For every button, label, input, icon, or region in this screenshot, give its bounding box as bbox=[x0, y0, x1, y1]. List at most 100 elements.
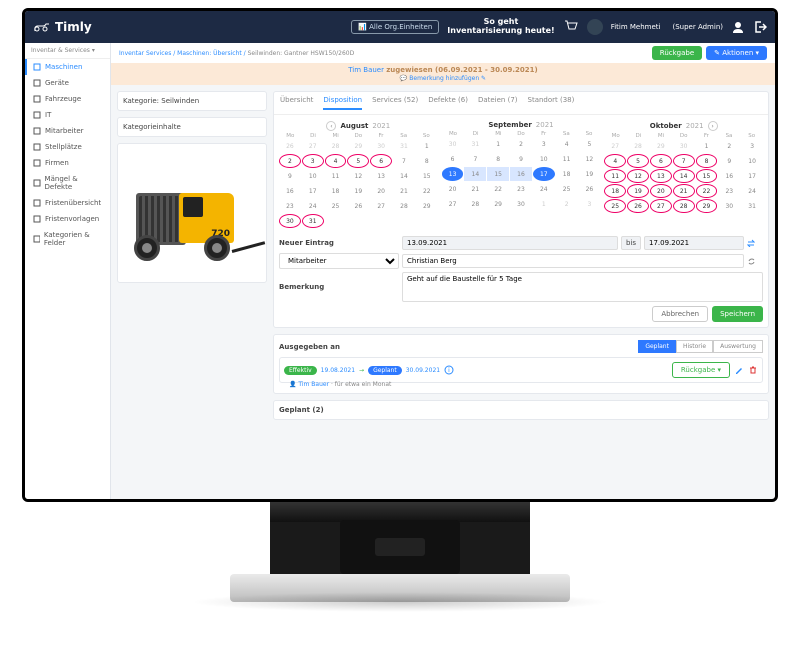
calendar-day[interactable]: 25 bbox=[604, 199, 626, 213]
calendar-day[interactable]: 18 bbox=[556, 167, 578, 181]
assigned-tab[interactable]: Geplant bbox=[638, 340, 676, 353]
calendar-day[interactable]: 30 bbox=[718, 199, 740, 213]
calendar-day[interactable]: 14 bbox=[673, 169, 695, 183]
breadcrumb[interactable]: Inventar Services / Maschinen: Übersicht… bbox=[119, 50, 354, 57]
calendar-day[interactable]: 23 bbox=[510, 182, 532, 196]
calendar-day[interactable]: 28 bbox=[393, 199, 415, 213]
return-button[interactable]: Rückgabe bbox=[652, 46, 702, 60]
calendar-day[interactable]: 30 bbox=[442, 137, 464, 151]
calendar-day[interactable]: 17 bbox=[302, 184, 324, 198]
next-month[interactable]: › bbox=[708, 121, 718, 131]
avatar[interactable] bbox=[587, 19, 603, 35]
calendar-day[interactable]: 14 bbox=[464, 167, 486, 181]
calendar-day[interactable]: 29 bbox=[696, 199, 718, 213]
calendar-day[interactable]: 25 bbox=[325, 199, 347, 213]
calendar-day[interactable]: 26 bbox=[627, 199, 649, 213]
calendar-day[interactable]: 3 bbox=[533, 137, 555, 151]
sidebar-item-ger-te[interactable]: Geräte bbox=[25, 75, 110, 91]
calendar-day[interactable]: 6 bbox=[442, 152, 464, 166]
calendar-day[interactable]: 27 bbox=[302, 139, 324, 153]
calendar-day[interactable]: 12 bbox=[627, 169, 649, 183]
calendar-day[interactable]: 9 bbox=[279, 169, 301, 183]
calendar-day[interactable]: 24 bbox=[302, 199, 324, 213]
remark-textarea[interactable]: Geht auf die Baustelle für 5 Tage bbox=[402, 272, 763, 302]
sidebar-item-kategorien-felder[interactable]: Kategorien & Felder bbox=[25, 227, 110, 251]
calendar-day[interactable]: 29 bbox=[650, 139, 672, 153]
calendar-day[interactable]: 7 bbox=[393, 154, 415, 168]
sidebar-item-stellpl-tze[interactable]: Stellplätze bbox=[25, 139, 110, 155]
calendar-day[interactable]: 19 bbox=[627, 184, 649, 198]
calendar-day[interactable]: 16 bbox=[718, 169, 740, 183]
tab[interactable]: Dateien (7) bbox=[478, 96, 518, 110]
calendar-day[interactable]: 8 bbox=[416, 154, 438, 168]
calendar-day[interactable]: 3 bbox=[579, 197, 601, 211]
calendar-day[interactable]: 27 bbox=[650, 199, 672, 213]
calendar-day[interactable]: 4 bbox=[556, 137, 578, 151]
calendar-day[interactable]: 31 bbox=[741, 199, 763, 213]
calendar-day[interactable]: 10 bbox=[533, 152, 555, 166]
tab[interactable]: Disposition bbox=[323, 96, 362, 110]
calendar-day[interactable]: 27 bbox=[442, 197, 464, 211]
date-from-input[interactable] bbox=[402, 236, 618, 250]
calendar-day[interactable]: 5 bbox=[347, 154, 369, 168]
calendar-day[interactable]: 4 bbox=[604, 154, 626, 168]
calendar-day[interactable]: 20 bbox=[650, 184, 672, 198]
calendar-day[interactable]: 17 bbox=[533, 167, 555, 181]
sidebar-item-fahrzeuge[interactable]: Fahrzeuge bbox=[25, 91, 110, 107]
calendar-day[interactable]: 28 bbox=[673, 199, 695, 213]
calendar-day[interactable]: 3 bbox=[741, 139, 763, 153]
calendar-day[interactable]: 2 bbox=[718, 139, 740, 153]
calendar-day[interactable]: 16 bbox=[510, 167, 532, 181]
sidebar-item-it[interactable]: IT bbox=[25, 107, 110, 123]
cancel-button[interactable]: Abbrechen bbox=[652, 306, 708, 322]
banner-user-link[interactable]: Tim Bauer bbox=[348, 66, 384, 74]
calendar-day[interactable]: 30 bbox=[370, 139, 392, 153]
swap-icon[interactable] bbox=[747, 239, 755, 247]
calendar-day[interactable]: 29 bbox=[487, 197, 509, 211]
calendar-day[interactable]: 6 bbox=[370, 154, 392, 168]
sidebar-item-fristen-bersicht[interactable]: Fristenübersicht bbox=[25, 195, 110, 211]
calendar-day[interactable]: 28 bbox=[627, 139, 649, 153]
calendar-day[interactable]: 29 bbox=[347, 139, 369, 153]
calendar-day[interactable]: 13 bbox=[650, 169, 672, 183]
calendar-day[interactable]: 9 bbox=[510, 152, 532, 166]
calendar-day[interactable]: 21 bbox=[673, 184, 695, 198]
calendar-day[interactable]: 2 bbox=[510, 137, 532, 151]
calendar-day[interactable]: 5 bbox=[627, 154, 649, 168]
calendar-day[interactable]: 24 bbox=[533, 182, 555, 196]
calendar-day[interactable]: 1 bbox=[416, 139, 438, 153]
sidebar-item-maschinen[interactable]: Maschinen bbox=[25, 59, 110, 75]
calendar-day[interactable]: 11 bbox=[604, 169, 626, 183]
planned-card[interactable]: Geplant (2) bbox=[273, 400, 769, 420]
calendar-day[interactable]: 8 bbox=[696, 154, 718, 168]
tab[interactable]: Defekte (6) bbox=[428, 96, 468, 110]
calendar-day[interactable]: 31 bbox=[393, 139, 415, 153]
calendar-day[interactable]: 3 bbox=[302, 154, 324, 168]
refresh-icon[interactable] bbox=[747, 257, 755, 265]
calendar-day[interactable]: 30 bbox=[673, 139, 695, 153]
sidebar-item-m-ngel-defekte[interactable]: Mängel & Defekte bbox=[25, 171, 110, 195]
calendar-day[interactable]: 27 bbox=[370, 199, 392, 213]
calendar-day[interactable]: 29 bbox=[416, 199, 438, 213]
calendar-day[interactable]: 22 bbox=[487, 182, 509, 196]
actions-button[interactable]: ✎ Aktionen ▾ bbox=[706, 46, 767, 60]
edit-icon[interactable] bbox=[734, 365, 744, 375]
calendar-day[interactable]: 25 bbox=[556, 182, 578, 196]
calendar-day[interactable]: 26 bbox=[347, 199, 369, 213]
calendar-day[interactable]: 23 bbox=[718, 184, 740, 198]
cart-icon[interactable] bbox=[563, 19, 579, 35]
calendar-day[interactable]: 22 bbox=[416, 184, 438, 198]
calendar-day[interactable]: 1 bbox=[696, 139, 718, 153]
calendar-day[interactable]: 7 bbox=[464, 152, 486, 166]
calendar-day[interactable]: 20 bbox=[370, 184, 392, 198]
assigned-tab[interactable]: Historie bbox=[676, 340, 713, 353]
row-return-button[interactable]: Rückgabe ▾ bbox=[672, 362, 730, 378]
calendar-day[interactable]: 19 bbox=[347, 184, 369, 198]
tab[interactable]: Übersicht bbox=[280, 96, 313, 110]
calendar-day[interactable]: 15 bbox=[487, 167, 509, 181]
calendar-day[interactable]: 12 bbox=[579, 152, 601, 166]
calendar[interactable]: ‹August 2021MoDiMiDoFrSaSo26272829303112… bbox=[279, 121, 763, 228]
calendar-day[interactable]: 18 bbox=[325, 184, 347, 198]
type-select[interactable]: Mitarbeiter bbox=[279, 253, 399, 269]
calendar-day[interactable]: 8 bbox=[487, 152, 509, 166]
